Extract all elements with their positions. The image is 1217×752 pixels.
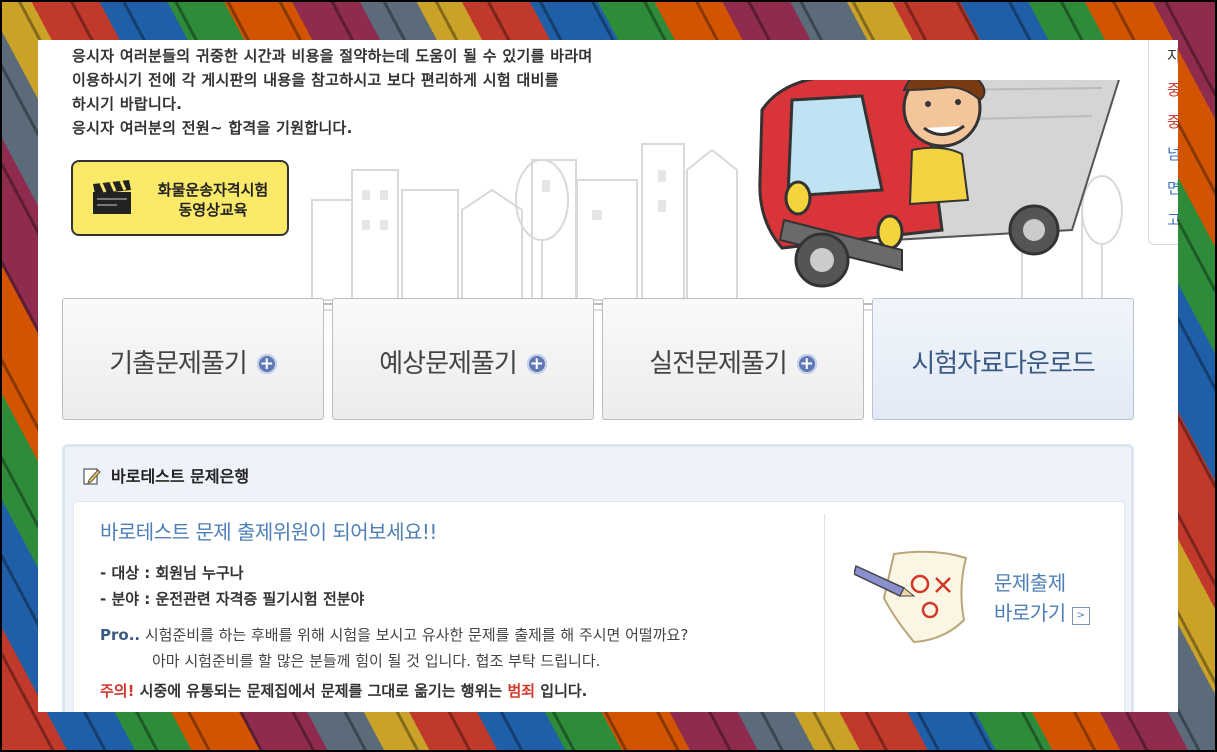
bank-header: 바로테스트 문제은행 (83, 463, 249, 487)
go-text: 문제출제 바로가기 > (994, 568, 1090, 628)
warning-crime: 범죄 (507, 682, 536, 700)
pro-line: 아마 시험준비를 할 많은 분들께 힘이 될 것 입니다. 협조 부탁 드립니다… (152, 652, 601, 670)
tab-material-download[interactable]: 시험자료다운로드 (872, 298, 1134, 420)
tab-label: 기출문제풀기 (109, 349, 248, 379)
exam-menu-tabs: 기출문제풀기 + 예상문제풀기 + 실전문제풀기 + 시험자료다운로드 (62, 298, 1134, 422)
bank-header-label: 바로테스트 문제은행 (111, 467, 250, 486)
pro-label: Pro.. (100, 626, 141, 644)
tab-practice-questions[interactable]: 실전문제풀기 + (602, 298, 864, 420)
intro-line: 이용하시기 전에 각 게시판의 내용을 참고하시고 보다 편리하게 시험 대비를 (72, 71, 559, 89)
tab-label: 시험자료다운로드 (911, 349, 1095, 379)
go-line: 문제출제 (994, 571, 1066, 595)
webpage: 응시자 여러분들의 귀중한 시간과 비용을 절약하는데 도움이 될 수 있기를 … (38, 40, 1178, 712)
tab-label: 예상문제풀기 (379, 349, 518, 379)
bank-pro-text: Pro.. 시험준비를 하는 후배를 위해 시험을 보시고 유사한 문제를 출제… (100, 622, 688, 674)
submit-question-link[interactable]: 문제출제 바로가기 > (854, 542, 1114, 662)
sidebar-item[interactable]: 넘 (1167, 146, 1178, 162)
video-button-line: 동영상교육 (178, 201, 248, 219)
quiz-paper-icon (854, 550, 968, 644)
plus-circle-icon: + (796, 354, 817, 374)
bank-body: 바로테스트 문제 출제위원이 되어보세요!! - 대상 : 회원님 누구나 - … (73, 501, 1125, 712)
warning-text: 입니다. (535, 682, 588, 700)
intro-text: 응시자 여러분들의 귀중한 시간과 비용을 절약하는데 도움이 될 수 있기를 … (72, 44, 752, 140)
plus-circle-icon: + (256, 354, 277, 374)
tab-expected-questions[interactable]: 예상문제풀기 + (332, 298, 594, 420)
pro-line: 시험준비를 하는 후배를 위해 시험을 보시고 유사한 문제를 출제를 해 주시… (140, 626, 689, 644)
intro-line: 응시자 여러분들의 귀중한 시간과 비용을 절약하는데 도움이 될 수 있기를 … (72, 47, 593, 65)
intro-line: 응시자 여러분의 전원~ 합격을 기원합니다. (72, 119, 353, 137)
memo-pencil-icon (83, 468, 101, 485)
video-button-line: 화물운송자격시험 (157, 181, 269, 199)
sidebar-item[interactable]: 지 (1167, 48, 1178, 64)
clapperboard-icon (93, 180, 131, 214)
bank-target: - 대상 : 회원님 누구나 (100, 564, 244, 582)
sidebar-item[interactable]: 고 (1167, 212, 1178, 228)
bank-title: 바로테스트 문제 출제위원이 되어보세요!! (100, 520, 437, 544)
sidebar-item[interactable]: 중 (1167, 114, 1178, 130)
sidebar-item[interactable]: 면 (1167, 180, 1178, 196)
intro-line: 하시기 바랍니다. (72, 95, 183, 113)
video-education-button[interactable]: 화물운송자격시험 동영상교육 (71, 160, 289, 236)
question-bank-panel: 바로테스트 문제은행 바로테스트 문제 출제위원이 되어보세요!! - 대상 :… (62, 444, 1134, 712)
warning-text: 시중에 유통되는 문제집에서 문제를 그대로 옮기는 행위는 (134, 682, 508, 700)
video-button-label: 화물운송자격시험 동영상교육 (143, 180, 283, 220)
tab-past-questions[interactable]: 기출문제풀기 + (62, 298, 324, 420)
divider (824, 514, 825, 712)
arrow-right-icon: > (1071, 607, 1090, 625)
clipped-sidebar-list: 지 중 중 넘 면 고 (1148, 40, 1178, 245)
tab-label: 실전문제풀기 (649, 349, 788, 379)
warning-label: 주의! (100, 682, 135, 700)
sidebar-item[interactable]: 중 (1167, 82, 1178, 98)
plus-circle-icon: + (526, 354, 547, 374)
bank-warning: 주의! 시중에 유통되는 문제집에서 문제를 그대로 옮기는 행위는 범죄 입니… (100, 680, 587, 701)
bank-field: - 분야 : 운전관련 자격증 필기시험 전분야 (100, 590, 365, 608)
go-line: 바로가기 (994, 601, 1066, 625)
